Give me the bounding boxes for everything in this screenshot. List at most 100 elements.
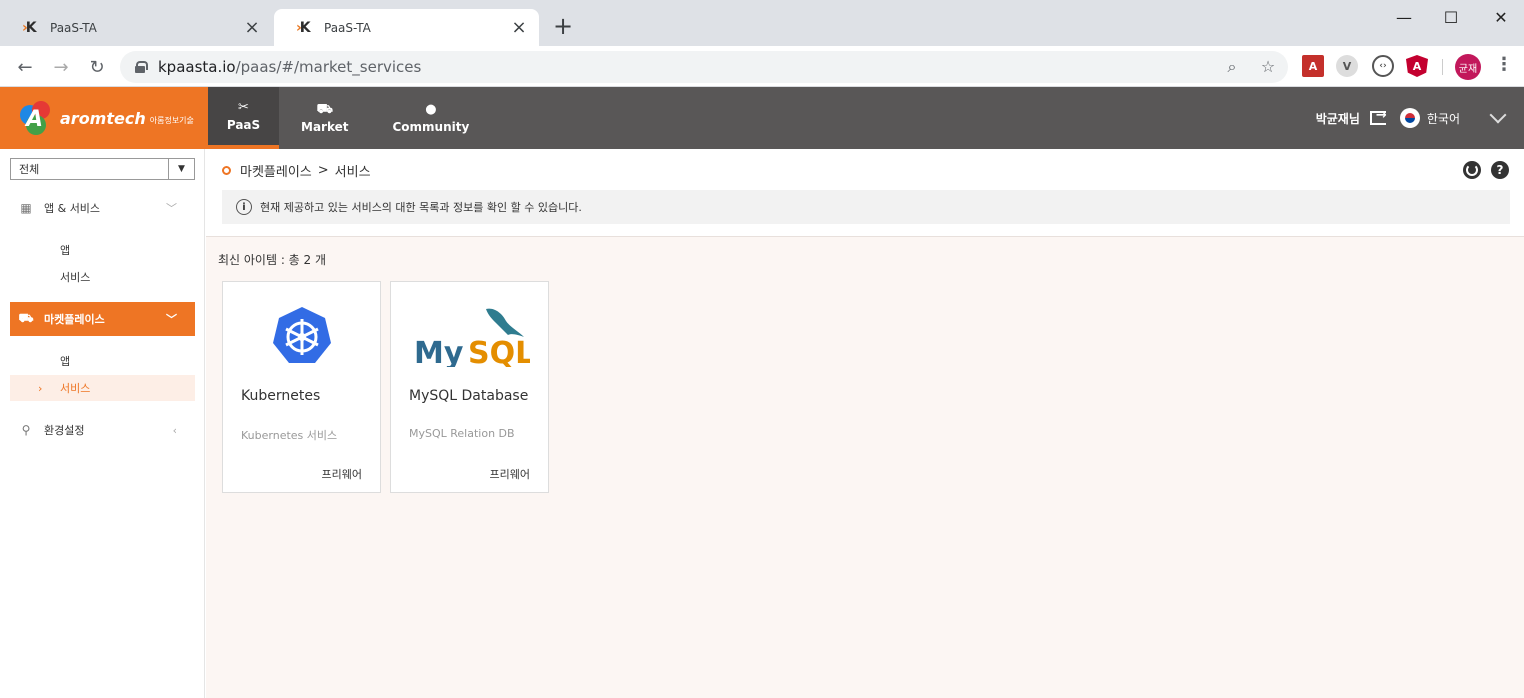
browser-tab-1[interactable]: ›K PaaS-TA ×	[0, 9, 272, 46]
language-select[interactable]: 한국어	[1427, 110, 1460, 127]
sidebar-item-app[interactable]: 앱	[10, 237, 195, 263]
mysql-logo: My SQL	[391, 300, 548, 372]
tools-icon: ✂	[238, 100, 249, 115]
chevron-down-icon: ﹀	[166, 313, 177, 326]
url-path: /paas/#/market_services	[235, 58, 422, 76]
breadcrumb-item: 서비스	[334, 165, 371, 180]
nav-market[interactable]: ⛟ Market	[279, 87, 371, 149]
nav-community[interactable]: ● Community	[371, 87, 492, 149]
sidebar-item-label: 서비스	[60, 382, 91, 395]
grid-icon: ▦	[20, 201, 32, 215]
window-close-button[interactable]: ✕	[1478, 4, 1524, 30]
chat-icon: ●	[425, 102, 437, 117]
forward-arrow-icon[interactable]: →	[48, 54, 74, 80]
sidebar-item-market-service[interactable]: › 서비스	[10, 375, 195, 401]
filter-select[interactable]: 전체 ▼	[10, 158, 195, 180]
sidebar-item-service[interactable]: 서비스	[10, 264, 195, 290]
sidebar-group-label: 앱 & 서비스	[44, 202, 101, 215]
item-count: 최신 아이템 : 총 2 개	[218, 253, 327, 267]
browser-toolbar: ← → ↻ kpaasta.io/paas/#/market_services …	[0, 46, 1524, 87]
paasta-favicon-icon: ›K	[296, 19, 311, 36]
kubernetes-logo	[223, 300, 380, 372]
sidebar: 전체 ▼ ▦ 앱 & 서비스 ﹀ 앱 서비스 ⛟ 마켓플레이스 ﹀ 앱 › 서비…	[0, 149, 205, 698]
tab-title: PaaS-TA	[50, 20, 97, 35]
card-title: MySQL Database	[409, 388, 529, 404]
sidebar-group-apps-services[interactable]: ▦ 앱 & 서비스 ﹀	[10, 191, 195, 225]
logout-icon[interactable]	[1369, 108, 1387, 125]
angular-extension-icon[interactable]: A	[1406, 55, 1428, 77]
paasta-favicon-icon: ›K	[22, 19, 37, 36]
info-text: 현재 제공하고 있는 서비스의 대한 목록과 정보를 확인 할 수 있습니다.	[260, 201, 582, 214]
pdf-extension-icon[interactable]: A	[1302, 55, 1324, 77]
korea-flag-icon	[1399, 108, 1420, 128]
url-host: kpaasta.io	[158, 58, 236, 76]
code-extension-icon[interactable]: ‹›	[1372, 55, 1394, 77]
app-header: A aromtech 아롬정보기술 ✂ PaaS ⛟ Market ● Comm…	[0, 87, 1524, 149]
nav-paas[interactable]: ✂ PaaS	[208, 87, 279, 149]
chevron-right-icon: ›	[38, 381, 43, 395]
breadcrumb: 마켓플레이스 > 서비스	[222, 161, 371, 180]
logo-subtext: 아롬정보기술	[149, 115, 194, 125]
card-description: MySQL Relation DB	[409, 427, 515, 440]
aromtech-logo[interactable]: A aromtech 아롬정보기술	[0, 87, 208, 149]
address-bar[interactable]: kpaasta.io/paas/#/market_services ⌕ ☆	[120, 51, 1288, 83]
user-area: 박균재님 한국어	[1316, 87, 1524, 149]
tab-title: PaaS-TA	[324, 20, 371, 35]
breadcrumb-dot-icon	[222, 166, 231, 175]
zoom-icon[interactable]: ⌕	[1222, 57, 1242, 77]
more-menu-icon[interactable]: ⋮	[1494, 54, 1514, 80]
card-price: 프리웨어	[489, 468, 530, 481]
nav-label: PaaS	[226, 118, 261, 132]
logo-text: aromtech	[60, 108, 146, 128]
info-icon: i	[236, 199, 252, 215]
new-tab-button[interactable]: +	[552, 12, 574, 40]
chevron-down-icon: ﹀	[166, 202, 177, 215]
service-card-kubernetes[interactable]: Kubernetes Kubernetes 서비스 프리웨어	[222, 281, 381, 493]
help-icon[interactable]: ?	[1491, 161, 1509, 179]
settings-tree-icon: ⚲	[21, 423, 31, 437]
sidebar-group-settings[interactable]: ⚲ 환경설정 ‹	[10, 413, 195, 447]
chevron-left-icon: ‹	[172, 423, 177, 437]
toolbar-divider	[1442, 59, 1443, 75]
nav-label: Market	[301, 120, 349, 134]
star-icon[interactable]: ☆	[1258, 57, 1278, 77]
close-icon[interactable]: ×	[244, 17, 260, 38]
header-panel: 마켓플레이스 > 서비스 ? i 현재 제공하고 있는 서비스의 대한 목록과 …	[206, 149, 1524, 237]
nav-label: Community	[392, 120, 470, 134]
refresh-icon[interactable]	[1463, 161, 1481, 179]
main-content: 마켓플레이스 > 서비스 ? i 현재 제공하고 있는 서비스의 대한 목록과 …	[206, 149, 1524, 698]
browser-tab-2[interactable]: ›K PaaS-TA ×	[274, 9, 539, 46]
top-navigation: ✂ PaaS ⛟ Market ● Community	[208, 87, 491, 149]
sidebar-item-label: 서비스	[60, 271, 91, 284]
sidebar-item-label: 앱	[60, 355, 71, 368]
close-icon[interactable]: ×	[511, 17, 527, 38]
info-bar: i 현재 제공하고 있는 서비스의 대한 목록과 정보를 확인 할 수 있습니다…	[222, 190, 1510, 224]
card-title: Kubernetes	[241, 388, 321, 404]
sidebar-item-label: 앱	[60, 244, 71, 257]
window-minimize-button[interactable]: —	[1381, 4, 1427, 30]
sidebar-group-marketplace[interactable]: ⛟ 마켓플레이스 ﹀	[10, 302, 195, 336]
cart-icon: ⛟	[18, 311, 34, 325]
cart-icon: ⛟	[316, 102, 333, 117]
breadcrumb-item[interactable]: 마켓플레이스	[240, 161, 312, 180]
card-price: 프리웨어	[321, 468, 362, 481]
sidebar-group-label: 환경설정	[44, 424, 85, 437]
svg-text:SQL: SQL	[468, 336, 530, 367]
vue-extension-icon[interactable]: V	[1336, 55, 1358, 77]
reload-icon[interactable]: ↻	[84, 54, 110, 80]
service-card-mysql[interactable]: My SQL MySQL Database MySQL Relation DB …	[390, 281, 549, 493]
user-name[interactable]: 박균재님	[1316, 110, 1360, 127]
aromtech-logo-icon: A	[20, 101, 54, 135]
breadcrumb-separator: >	[317, 163, 329, 178]
browser-tabstrip: ›K PaaS-TA × ›K PaaS-TA × + — ☐ ✕	[0, 0, 1524, 46]
window-maximize-button[interactable]: ☐	[1428, 4, 1474, 30]
caret-down-icon[interactable]: ▼	[168, 159, 194, 179]
filter-value: 전체	[19, 163, 40, 176]
lock-icon	[134, 61, 148, 73]
chevron-down-icon[interactable]	[1489, 106, 1507, 124]
back-arrow-icon[interactable]: ←	[12, 54, 38, 80]
sidebar-group-label: 마켓플레이스	[44, 313, 105, 326]
url-text: kpaasta.io/paas/#/market_services	[158, 58, 421, 76]
sidebar-item-market-app[interactable]: 앱	[10, 348, 195, 374]
profile-avatar[interactable]: 균재	[1455, 54, 1481, 80]
